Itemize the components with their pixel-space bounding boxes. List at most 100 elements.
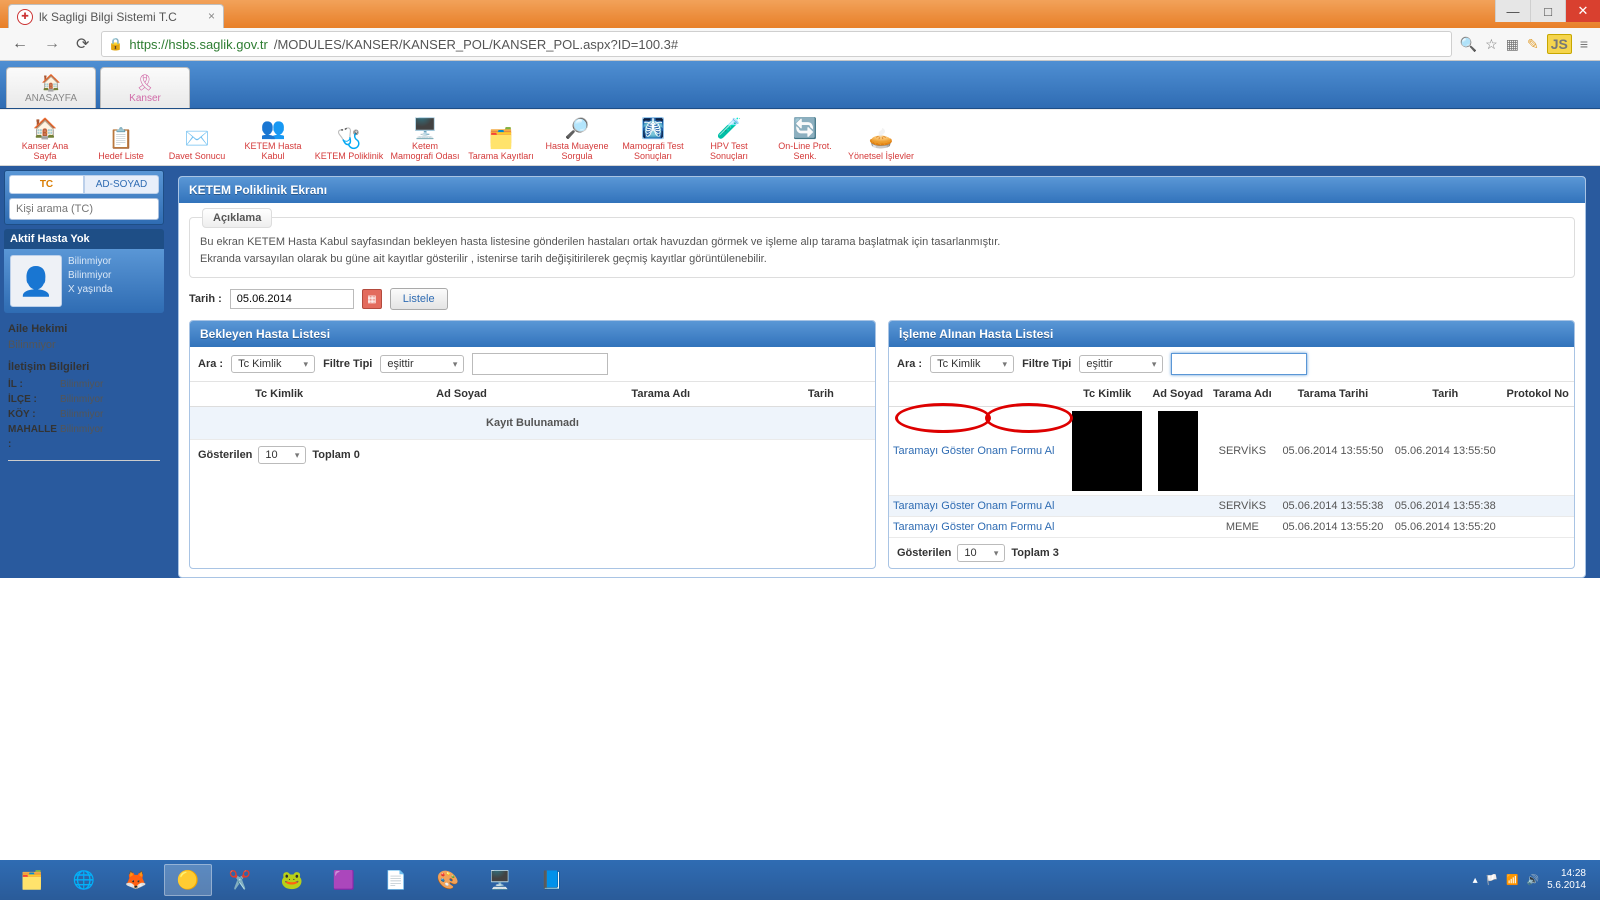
toolbar-label: Ketem Mamografi Odası [390,142,460,161]
taskbar-app-icon[interactable]: 🐸 [268,864,316,896]
filtre-tipi-label: Filtre Tipi [1022,358,1071,370]
col-header[interactable]: Tc Kimlik [1067,382,1147,407]
listele-button[interactable]: Listele [390,288,448,310]
menu-icon[interactable]: ≡ [1580,36,1588,52]
tray-volume-icon[interactable]: 🔊 [1527,875,1539,886]
toolbar-ketem-mamografi-odasi[interactable]: 🖥️Ketem Mamografi Odası [390,113,460,161]
cell-tc-kimlik [1067,517,1147,538]
filter-text-input[interactable] [472,353,608,375]
taskbar-app3-icon[interactable]: 🖥️ [476,864,524,896]
toolbar-label: Davet Sonucu [169,152,226,161]
contact-value: Bilinmiyor [60,407,103,422]
toolbar-ketem-poliklinik[interactable]: 🩺KETEM Poliklinik [314,113,384,161]
module-label: Kanser [129,93,161,104]
col-header[interactable]: Tarih [767,382,875,407]
col-header[interactable]: Tarama Tarihi [1277,382,1389,407]
onam-formu-al-link[interactable]: Onam Formu Al [977,521,1054,533]
nav-forward-icon: → [40,35,64,53]
tab-close-icon[interactable]: × [208,9,215,23]
js-badge-icon[interactable]: JS [1547,34,1572,54]
tray-network-icon[interactable]: 📶 [1506,875,1518,886]
module-anasayfa[interactable]: 🏠 ANASAYFA [6,67,96,108]
col-header[interactable]: Tarama Adı [555,382,767,407]
col-header[interactable]: Tc Kimlik [190,382,368,407]
toolbar-label: KETEM Hasta Kabul [238,142,308,161]
col-header[interactable]: Ad Soyad [1147,382,1208,407]
toolbar-online-prot-senk[interactable]: 🔄On-Line Prot. Senk. [770,113,840,161]
toolbar-kanser-ana-sayfa[interactable]: 🏠Kanser Ana Sayfa [10,113,80,161]
ara-field-select[interactable]: Tc Kimlik▾ [930,355,1014,373]
taskbar-snip-icon[interactable]: ✂️ [216,864,264,896]
sidebar-separator [8,460,160,461]
tray-chevron-icon[interactable]: ▴ [1473,875,1478,886]
yonetsel-islevler-icon: 🥧 [869,129,894,150]
page-size-select[interactable]: 10▾ [258,446,306,464]
taskbar-firefox-icon[interactable]: 🦊 [112,864,160,896]
tray-clock[interactable]: 14:28 5.6.2014 [1547,868,1586,892]
tab-strip: ✚ lk Sagligi Bilgi Sistemi T.C × — □ ✕ [0,0,1600,28]
extension-icon[interactable]: ✎ [1527,36,1539,53]
browser-tab[interactable]: ✚ lk Sagligi Bilgi Sistemi T.C × [8,4,224,28]
col-header[interactable]: Tarih [1389,382,1501,407]
taskbar-paint-icon[interactable]: 🎨 [424,864,472,896]
cell-tarama-tarihi: 05.06.2014 13:55:20 [1277,517,1389,538]
module-kanser[interactable]: 🎗 Kanser [100,67,190,108]
nav-back-icon[interactable]: ← [8,35,32,53]
col-header[interactable]: Protokol No [1501,382,1574,407]
taskbar-app2-icon[interactable]: 📄 [372,864,420,896]
tab-tc[interactable]: TC [9,175,84,194]
toolbar-hpv-test-sonuclari[interactable]: 🧪HPV Test Sonuçları [694,113,764,161]
taskbar-ie-icon[interactable]: 🌐 [60,864,108,896]
hasta-muayene-sorgula-icon: 🔎 [565,119,590,140]
toplam-label: Toplam 0 [312,449,359,461]
filtre-tipi-select[interactable]: eşittir▾ [380,355,464,373]
online-prot-senk-icon: 🔄 [793,119,818,140]
toolbar-hedef-liste[interactable]: 📋Hedef Liste [86,113,156,161]
devtools-icon[interactable]: ▦ [1506,36,1519,53]
taramayi-goster-link[interactable]: Taramayı Göster [893,521,974,533]
filtre-tipi-label: Filtre Tipi [323,358,372,370]
taramayi-goster-link[interactable]: Taramayı Göster [893,445,974,457]
date-input[interactable] [230,289,354,309]
filter-text-input[interactable] [1171,353,1307,375]
taskbar-explorer-icon[interactable]: 🗂️ [8,864,56,896]
toolbar-davet-sonucu[interactable]: ✉️Davet Sonucu [162,113,232,161]
taramayi-goster-link[interactable]: Taramayı Göster [893,500,974,512]
patient-search-card: TC AD-SOYAD [4,170,164,225]
active-patient-header: Aktif Hasta Yok [4,229,164,249]
cell-protokol-no [1501,496,1574,517]
gosterilen-label: Gösterilen [897,547,951,559]
taskbar-word-icon[interactable]: 📘 [528,864,576,896]
filtre-tipi-select[interactable]: eşittir▾ [1079,355,1163,373]
app-frame: 🏠 ANASAYFA 🎗 Kanser 🏠Kanser Ana Sayfa📋He… [0,61,1600,578]
window-maximize[interactable]: □ [1530,0,1565,22]
onam-formu-al-link[interactable]: Onam Formu Al [977,445,1054,457]
aile-hekimi-heading: Aile Hekimi [8,323,160,335]
zoom-icon[interactable]: 🔍 [1460,36,1477,53]
patient-search-input[interactable] [9,198,159,220]
tab-adsoyad[interactable]: AD-SOYAD [84,175,159,194]
toolbar-ketem-hasta-kabul[interactable]: 👥KETEM Hasta Kabul [238,113,308,161]
tray-flag-icon[interactable]: 🏳️ [1486,875,1498,886]
toolbar-mamografi-test-sonuclari[interactable]: 🩻Mamografi Test Sonuçları [618,113,688,161]
page-size-select[interactable]: 10▾ [957,544,1005,562]
window-close[interactable]: ✕ [1565,0,1600,22]
taskbar-vs-icon[interactable]: 🟪 [320,864,368,896]
toolbar-tarama-kayitlari[interactable]: 🗂️Tarama Kayıtları [466,113,536,161]
col-header[interactable]: Ad Soyad [368,382,555,407]
toolbar-hasta-muayene-sorgula[interactable]: 🔎Hasta Muayene Sorgula [542,113,612,161]
system-tray[interactable]: ▴ 🏳️ 📶 🔊 14:28 5.6.2014 [1473,868,1592,892]
calendar-icon[interactable]: ▦ [362,289,382,309]
toolbar-yonetsel-islevler[interactable]: 🥧Yönetsel İşlevler [846,113,916,161]
bookmark-icon[interactable]: ☆ [1485,36,1498,53]
window-minimize[interactable]: — [1495,0,1530,22]
col-header[interactable]: Tarama Adı [1208,382,1277,407]
col-header [889,382,1067,407]
address-bar[interactable]: 🔒 https://hsbs.saglik.gov.tr/MODULES/KAN… [101,31,1451,57]
tab-title: lk Sagligi Bilgi Sistemi T.C [39,10,177,24]
onam-formu-al-link[interactable]: Onam Formu Al [977,500,1054,512]
ara-field-select[interactable]: Tc Kimlik▾ [231,355,315,373]
nav-reload-icon[interactable]: ⟳ [72,34,93,54]
processed-table: Tc Kimlik Ad Soyad Tarama Adı Tarama Tar… [889,382,1574,538]
taskbar-chrome-icon[interactable]: 🟡 [164,864,212,896]
